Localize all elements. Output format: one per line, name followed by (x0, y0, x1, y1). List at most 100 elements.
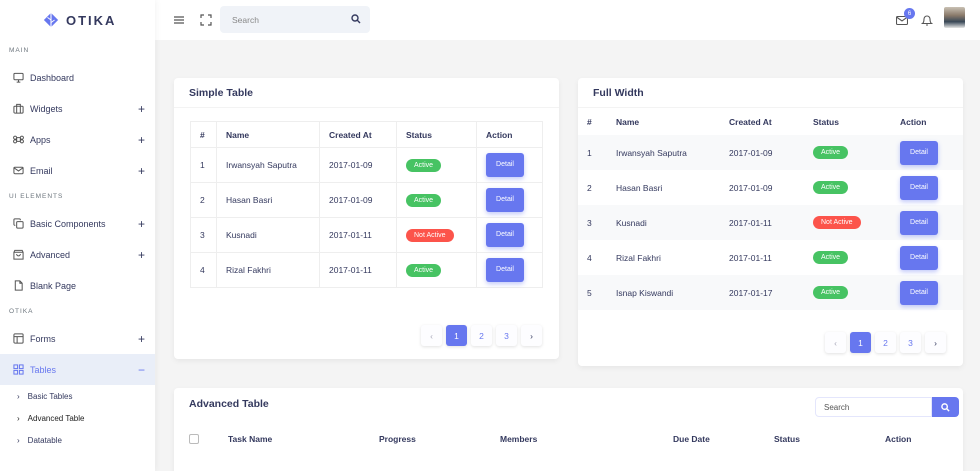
sidebar-item-blank-page[interactable]: Blank Page (0, 270, 155, 301)
collapse-icon: − (137, 362, 145, 377)
table-search-input[interactable] (824, 402, 924, 412)
page-button[interactable]: 2 (471, 325, 492, 346)
status-badge: Not Active (813, 216, 861, 229)
brand-name: OTIKA (66, 12, 117, 28)
row-number: 4 (190, 252, 217, 288)
detail-button[interactable]: Detail (900, 280, 938, 305)
user-avatar[interactable] (944, 7, 965, 28)
status-badge: Not Active (406, 228, 454, 242)
status-badge: Active (813, 286, 849, 299)
monitor-icon (12, 72, 24, 84)
chevron-right-icon: › (17, 413, 20, 423)
sidebar-item-label: Email (30, 165, 53, 176)
detail-button[interactable]: Detail (900, 245, 938, 270)
card-title: Full Width (578, 78, 963, 108)
shopping-bag-icon (12, 249, 24, 261)
column-header: Name (216, 121, 320, 148)
menu-icon[interactable] (172, 13, 186, 27)
detail-button[interactable]: Detail (486, 223, 524, 247)
row-name: Kusnadi (216, 217, 320, 253)
row-created: 2017-01-11 (319, 217, 397, 253)
status-badge: Active (406, 263, 442, 277)
table-header-row: Task Name Progress Members Due Date Stat… (174, 425, 963, 453)
sidebar-subitem-label: Basic Tables (27, 391, 73, 401)
page-button[interactable]: 3 (900, 332, 921, 353)
row-number: 3 (578, 205, 607, 240)
bell-icon[interactable] (920, 13, 934, 27)
sidebar-subitem-datatable[interactable]: › Datatable (0, 429, 155, 451)
logo-icon (43, 12, 59, 28)
detail-button[interactable]: Detail (900, 175, 938, 200)
page-next-button[interactable]: › (925, 332, 946, 353)
expand-icon: + (137, 163, 145, 178)
brand[interactable]: OTIKA (0, 0, 155, 40)
sidebar-item-forms[interactable]: Forms + (0, 323, 155, 354)
sidebar-item-label: Tables (30, 364, 57, 375)
search-input[interactable] (232, 14, 342, 25)
column-header: Created At (729, 117, 772, 127)
pagination: ‹ 1 2 3 › (421, 325, 542, 346)
status-badge: Active (813, 181, 849, 194)
row-number: 3 (190, 217, 217, 253)
page-prev-button[interactable]: ‹ (421, 325, 442, 346)
row-created: 2017-01-09 (720, 135, 804, 170)
sidebar-item-advanced[interactable]: Advanced + (0, 239, 155, 270)
chevron-right-icon: › (17, 435, 20, 445)
sidebar-subitem-label: Datatable (27, 435, 62, 445)
row-name: Rizal Fakhri (216, 252, 320, 288)
detail-button[interactable]: Detail (900, 140, 938, 165)
sidebar-subitem-advanced-table[interactable]: › Advanced Table (0, 407, 155, 429)
simple-table-wrapper: # Name Created At Status Action 1 Irwans… (190, 121, 543, 288)
sidebar-item-label: Blank Page (30, 280, 77, 291)
sidebar-item-apps[interactable]: Apps + (0, 124, 155, 155)
table-search-button[interactable] (932, 397, 959, 417)
table-row: 4 Rizal Fakhri 2017-01-11 Active Detail (578, 240, 963, 275)
page-button[interactable]: 2 (875, 332, 896, 353)
notification-badge: 6 (904, 8, 915, 19)
status-badge: Active (406, 158, 442, 172)
mail-icon[interactable]: 6 (895, 8, 915, 27)
detail-button[interactable]: Detail (486, 258, 524, 282)
grid-icon (12, 364, 24, 376)
column-header: Action (885, 434, 912, 444)
table-search (815, 397, 932, 417)
detail-button[interactable]: Detail (486, 188, 524, 212)
page-next-button[interactable]: › (521, 325, 542, 346)
full-width-table-wrapper: # Name Created At Status Action 1 Irwans… (578, 109, 963, 310)
row-created: 2017-01-11 (720, 205, 804, 240)
search-icon[interactable] (351, 14, 361, 26)
expand-icon: + (137, 216, 145, 231)
sidebar-item-tables[interactable]: Tables − (0, 354, 155, 385)
sidebar-item-label: Forms (30, 333, 56, 344)
sidebar-item-dashboard[interactable]: Dashboard (0, 62, 155, 93)
fullscreen-icon[interactable] (199, 13, 213, 27)
sidebar: OTIKA MAIN Dashboard Widgets + Apps + Em… (0, 0, 155, 471)
page-button[interactable]: 1 (446, 325, 467, 346)
status-badge: Active (813, 251, 849, 264)
page-button[interactable]: 3 (496, 325, 517, 346)
column-header: Action (476, 121, 543, 148)
detail-button[interactable]: Detail (900, 210, 938, 235)
row-name: Isnap Kiswandi (607, 275, 720, 310)
command-icon (12, 134, 24, 146)
sidebar-item-widgets[interactable]: Widgets + (0, 93, 155, 124)
expand-icon: + (137, 247, 145, 262)
column-header: Progress (379, 434, 416, 444)
sidebar-subitem-basic-tables[interactable]: › Basic Tables (0, 385, 155, 407)
page-button[interactable]: 1 (850, 332, 871, 353)
search-icon (941, 402, 950, 412)
column-header: # (587, 117, 592, 127)
briefcase-icon (12, 103, 24, 115)
row-number: 1 (578, 135, 607, 170)
column-header: Action (900, 117, 927, 127)
select-all-checkbox[interactable] (189, 434, 199, 444)
page-prev-button[interactable]: ‹ (825, 332, 846, 353)
row-number: 4 (587, 252, 592, 263)
row-name: Hasan Basri (216, 182, 320, 218)
sidebar-item-basic-components[interactable]: Basic Components + (0, 208, 155, 239)
detail-button[interactable]: Detail (486, 153, 524, 177)
full-width-table: # Name Created At Status Action 1 Irwans… (578, 109, 963, 310)
card-title: Simple Table (174, 78, 559, 108)
status-badge: Active (406, 193, 442, 207)
sidebar-item-email[interactable]: Email + (0, 155, 155, 186)
